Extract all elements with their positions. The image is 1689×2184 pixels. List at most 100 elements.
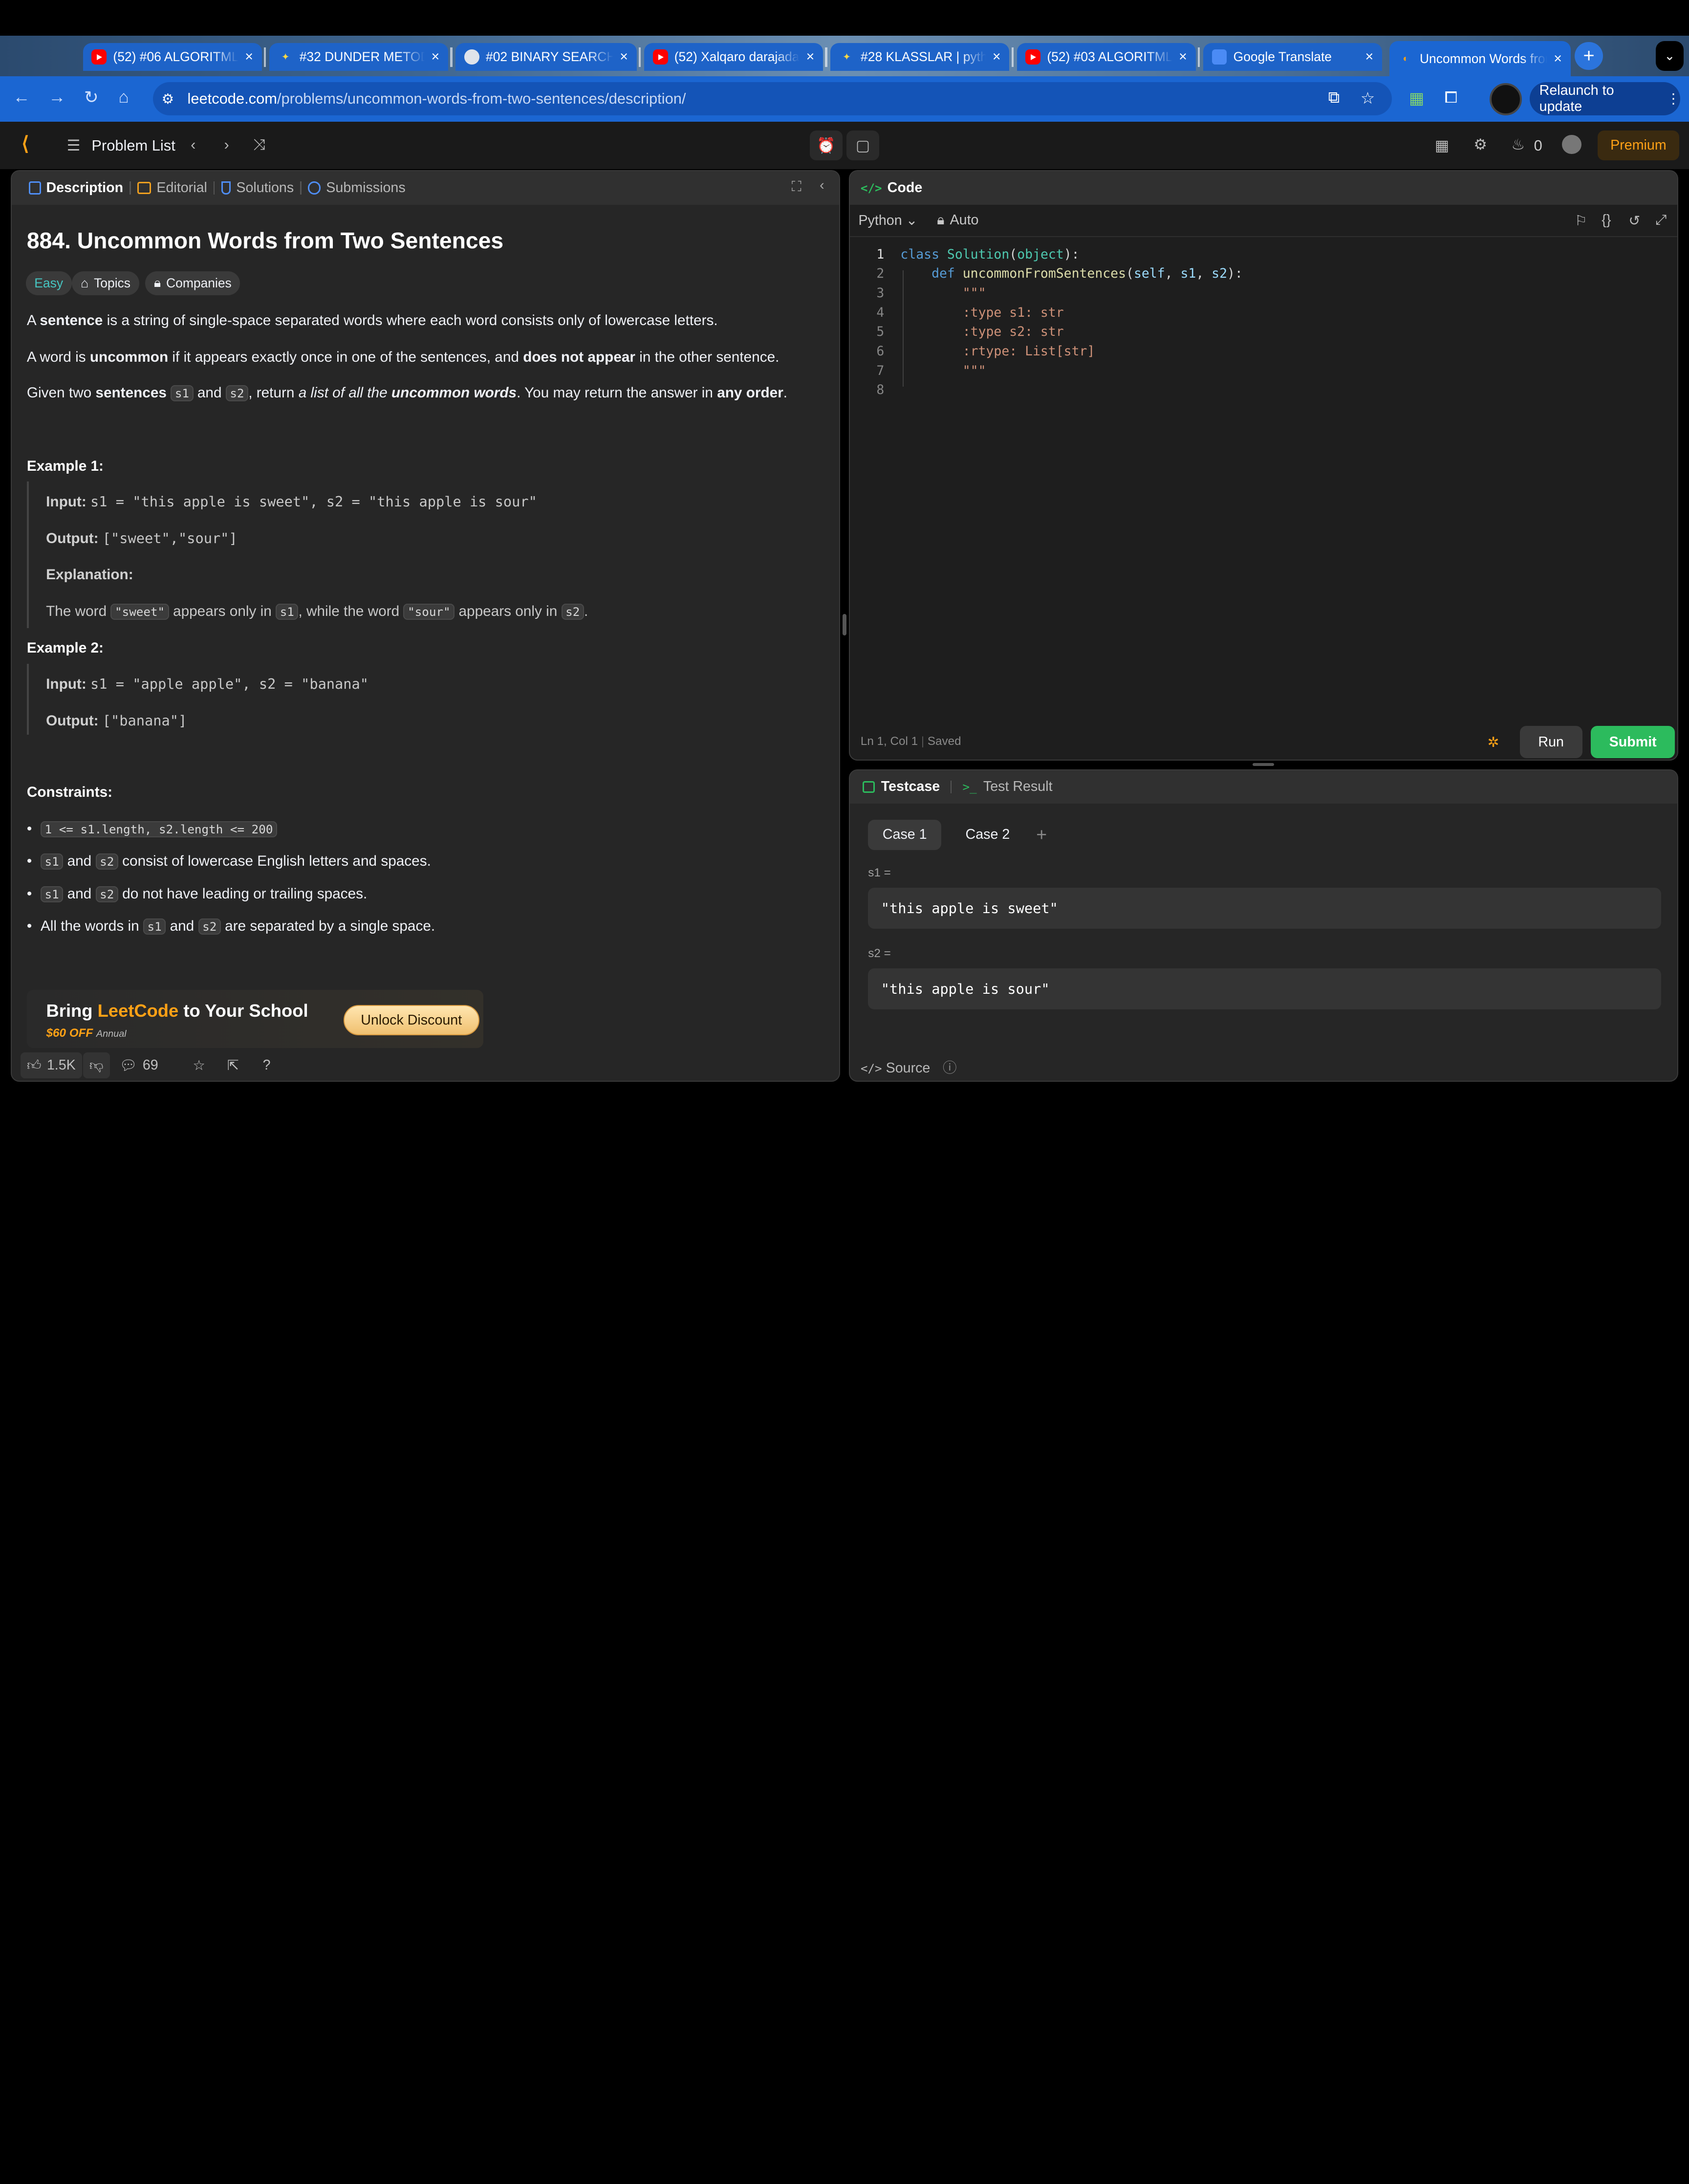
browser-tab-active[interactable]: ◐ Uncommon Words from ×: [1389, 41, 1571, 77]
s1-input[interactable]: "this apple is sweet": [868, 887, 1661, 929]
code-icon: </>: [860, 1061, 882, 1075]
help-icon[interactable]: ⓘ: [943, 1060, 957, 1076]
browser-tab-3[interactable]: #02 BINARY SEARCH ×: [455, 43, 637, 71]
run-button[interactable]: Run: [1519, 726, 1582, 759]
timer-icon[interactable]: ⏰: [810, 130, 843, 161]
case-1-tab[interactable]: Case 1: [868, 820, 942, 850]
leetcode-logo-icon[interactable]: ⟨: [22, 132, 29, 155]
vertical-resize-handle[interactable]: [842, 614, 847, 636]
example-1-heading: Example 1:: [26, 458, 104, 474]
extension-icon[interactable]: ▦: [1409, 88, 1424, 108]
format-code-icon[interactable]: {}: [1602, 212, 1611, 228]
reload-icon[interactable]: ↻: [84, 87, 99, 108]
browser-tab-2[interactable]: ✦ #32 DUNDER METODLAR ×: [269, 43, 448, 71]
browser-tab-5[interactable]: ✦ #28 KLASSLAR | python ×: [830, 43, 1010, 71]
horizontal-resize-handle[interactable]: [1253, 763, 1275, 766]
case-2-tab[interactable]: Case 2: [953, 820, 1022, 850]
tab-search-icon[interactable]: ⌄: [1655, 41, 1684, 71]
source-button[interactable]: </> Source ⓘ: [861, 1057, 957, 1077]
layout-grid-icon[interactable]: ▦: [1435, 137, 1449, 154]
dislike-button[interactable]: 👎︎: [83, 1052, 110, 1079]
streak-count: 0: [1534, 136, 1542, 154]
close-icon[interactable]: ×: [432, 49, 440, 65]
new-tab-button[interactable]: +: [1575, 42, 1603, 70]
favorite-star-icon[interactable]: ☆: [193, 1052, 205, 1078]
close-icon[interactable]: ×: [1554, 51, 1562, 67]
line-number: 2: [876, 266, 885, 282]
close-icon[interactable]: ×: [806, 49, 815, 65]
code-line-3[interactable]: """: [900, 285, 986, 301]
tab-testcase[interactable]: Testcase: [881, 779, 940, 795]
language-select[interactable]: Python ⌄: [858, 212, 917, 229]
promo-subtitle: $60 OFF Annual: [46, 1026, 127, 1040]
companies-button[interactable]: 🔒︎ Companies: [145, 271, 240, 295]
tab-divider: [825, 47, 827, 67]
s2-input[interactable]: "this apple is sour": [868, 968, 1661, 1010]
streak-fire-icon[interactable]: ♨: [1511, 136, 1525, 153]
relaunch-button[interactable]: Relaunch to update ⋮: [1529, 82, 1681, 115]
close-icon[interactable]: ×: [620, 49, 628, 65]
close-icon[interactable]: ×: [1365, 49, 1373, 65]
premium-button[interactable]: Premium: [1597, 130, 1680, 161]
code-line-1[interactable]: class Solution(object):: [900, 247, 1079, 262]
browser-tab-7[interactable]: Google Translate ×: [1203, 43, 1382, 71]
auto-mode[interactable]: Auto: [950, 212, 979, 228]
reset-icon[interactable]: ↺: [1628, 212, 1640, 229]
problem-list-link[interactable]: Problem List: [91, 137, 175, 154]
topics-button[interactable]: ⌂ Topics: [72, 271, 139, 295]
tab-submissions[interactable]: Submissions: [302, 180, 412, 196]
code-line-2[interactable]: def uncommonFromSentences(self, s1, s2):: [900, 266, 1243, 281]
menu-dots-icon[interactable]: ⋮: [1667, 90, 1681, 107]
bookmark-icon[interactable]: ⚐: [1575, 212, 1587, 229]
close-icon[interactable]: ×: [993, 49, 1001, 65]
example-1-block: Input: s1 = "this apple is sweet", s2 = …: [26, 481, 824, 628]
submit-button[interactable]: Submit: [1591, 726, 1675, 759]
share-icon[interactable]: ⇱: [227, 1052, 239, 1078]
browser-tab-6[interactable]: (52) #03 ALGORITMLAR ×: [1017, 43, 1196, 71]
url-host: leetcode.com: [187, 89, 277, 107]
settings-gear-icon[interactable]: ⚙: [1473, 136, 1487, 153]
add-case-button[interactable]: +: [1031, 820, 1052, 850]
code-line-6[interactable]: :rtype: List[str]: [900, 344, 1095, 359]
expand-icon[interactable]: ⤢: [1655, 212, 1667, 228]
tab-description[interactable]: Description: [22, 180, 130, 196]
fullscreen-icon[interactable]: ⛶: [792, 179, 801, 195]
browser-tab-1[interactable]: (52) #06 ALGORITMLAR ×: [83, 43, 262, 71]
forward-icon[interactable]: →: [48, 87, 65, 107]
next-problem-icon[interactable]: ›: [224, 136, 229, 153]
prev-problem-icon[interactable]: ‹: [191, 136, 195, 153]
chevron-down-icon: ⌄: [906, 213, 918, 229]
bookmark-star-icon[interactable]: ☆: [1361, 88, 1375, 108]
profile-avatar[interactable]: [1490, 83, 1522, 115]
thumbs-down-icon: 👎︎: [89, 1058, 104, 1074]
tab-editorial[interactable]: Editorial: [131, 180, 214, 196]
user-avatar[interactable]: [1561, 134, 1581, 154]
like-button[interactable]: 👍︎ 1.5K: [20, 1052, 82, 1079]
code-line-4[interactable]: :type s1: str: [900, 305, 1064, 320]
tab-divider: [450, 47, 453, 67]
shuffle-icon[interactable]: ⤨: [253, 136, 265, 154]
comments-button[interactable]: 💬︎ 69: [119, 1052, 158, 1078]
tab-label: Description: [46, 179, 124, 196]
close-icon[interactable]: ×: [1179, 49, 1187, 65]
home-icon[interactable]: ⌂: [118, 87, 129, 107]
unlock-discount-button[interactable]: Unlock Discount: [343, 1005, 479, 1035]
tab-solutions[interactable]: Solutions: [215, 180, 300, 196]
debug-bug-icon[interactable]: ✲: [1488, 734, 1499, 751]
browser-tab-4[interactable]: (52) Xalqaro darajadagi ×: [644, 43, 823, 71]
topics-label: Topics: [94, 275, 130, 290]
tab-label: Solutions: [236, 179, 294, 196]
translate-icon[interactable]: ⧉: [1328, 88, 1340, 107]
tab-test-result[interactable]: Test Result: [983, 779, 1053, 795]
address-bar[interactable]: leetcode.com/problems/uncommon-words-fro…: [152, 82, 1392, 115]
back-icon[interactable]: ←: [13, 87, 30, 107]
help-icon[interactable]: ?: [263, 1052, 271, 1078]
site-settings-icon[interactable]: ⚙: [162, 90, 174, 108]
code-line-7[interactable]: """: [900, 363, 986, 378]
collapse-panel-icon[interactable]: ‹: [820, 177, 824, 194]
extensions-puzzle-icon[interactable]: ⧠: [1445, 88, 1457, 107]
notes-icon[interactable]: ▢: [846, 130, 879, 161]
code-line-5[interactable]: :type s2: str: [900, 324, 1064, 339]
constraint-3: s1 and s2 do not have leading or trailin…: [27, 886, 367, 902]
close-icon[interactable]: ×: [245, 49, 253, 65]
